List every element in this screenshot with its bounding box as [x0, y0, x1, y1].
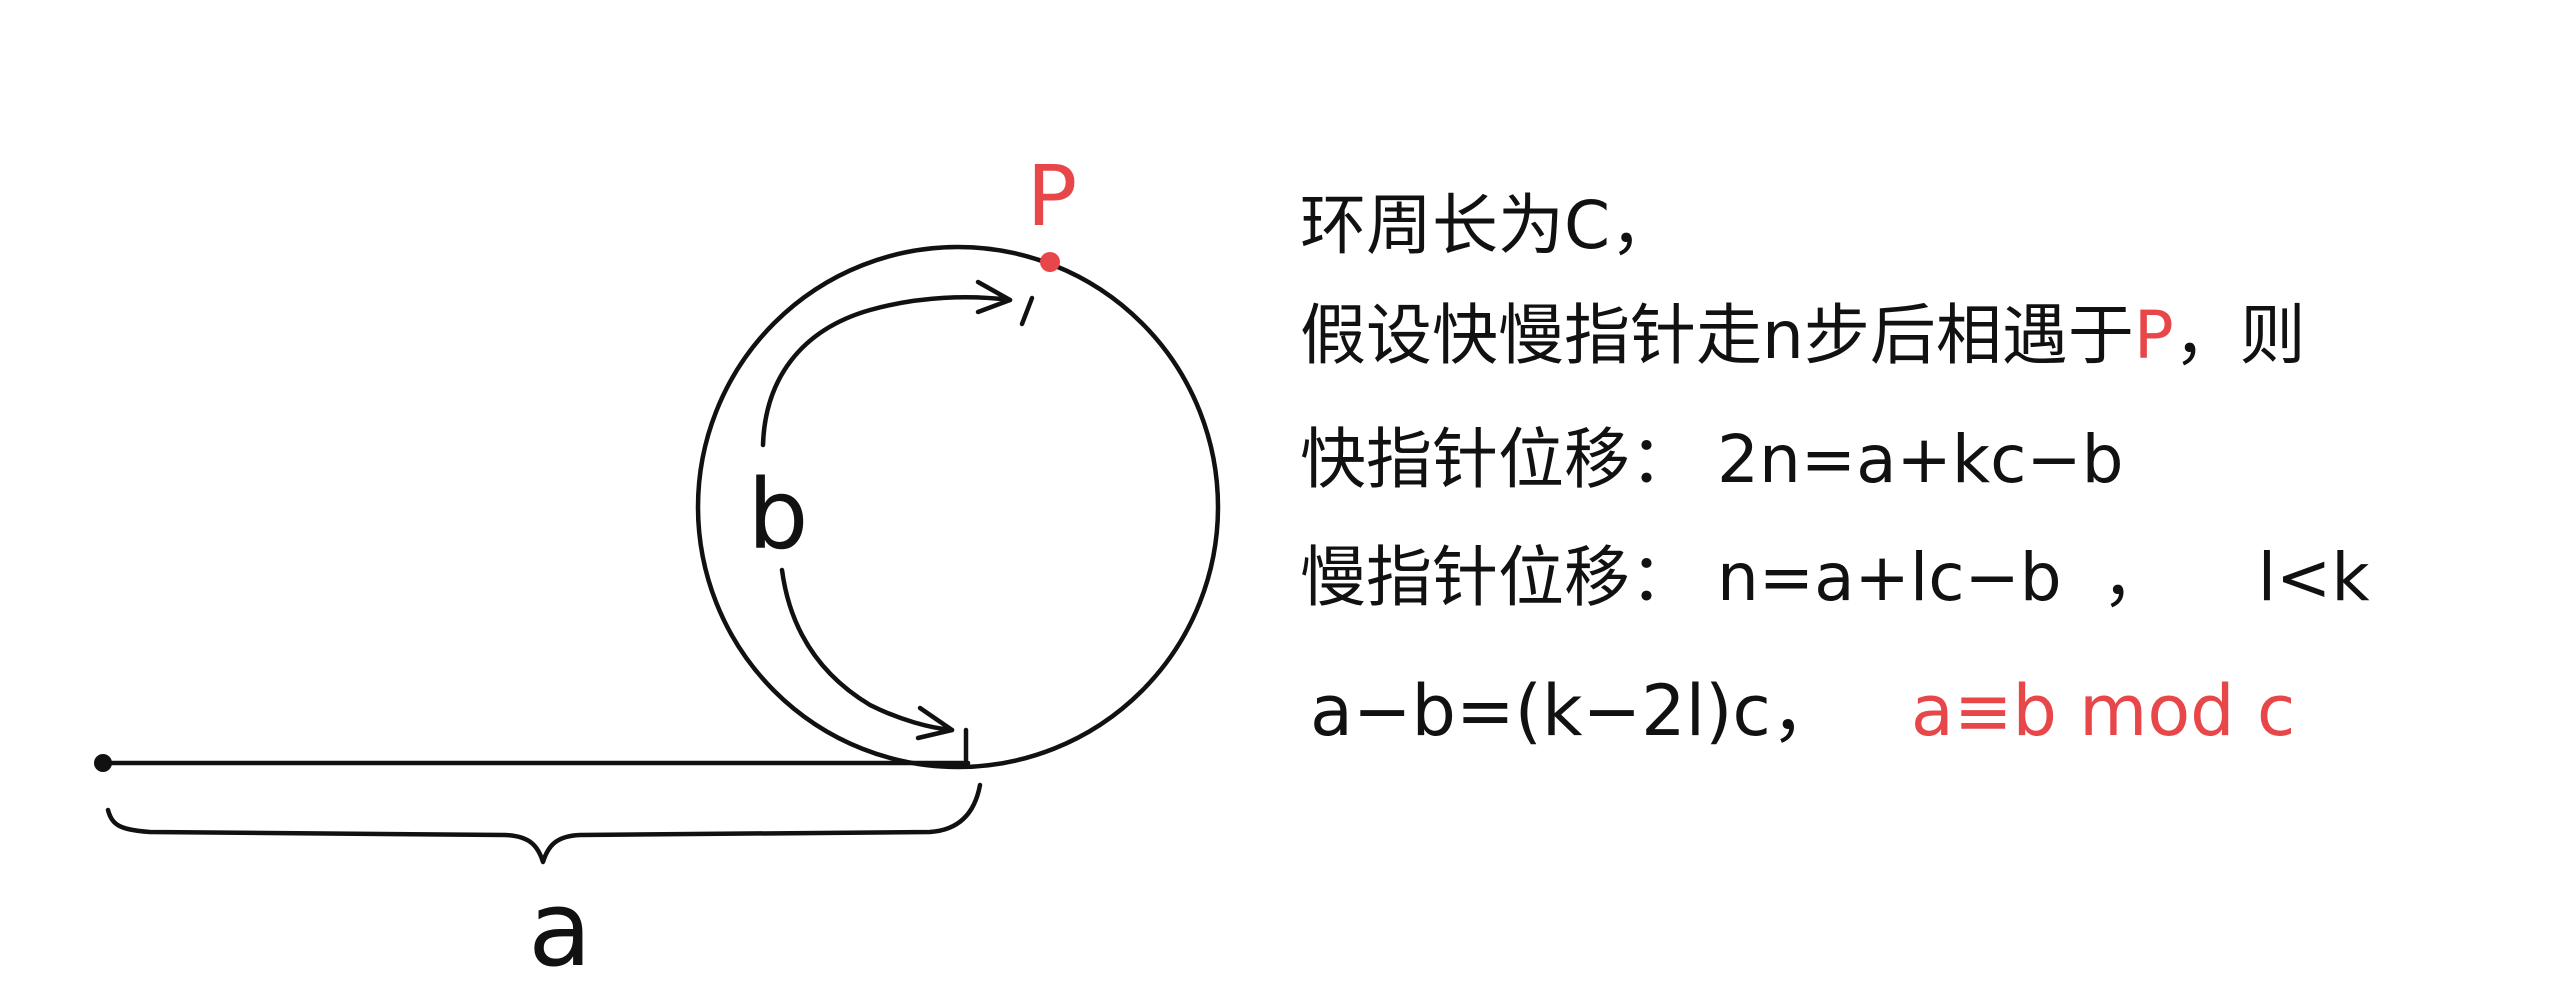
- meeting-point-label: P: [1027, 147, 1078, 245]
- note-slow-displacement: 慢指针位移： n=a+lc−b ， l<k: [1300, 539, 2370, 616]
- note-slow-formula: 慢指针位移： n=a+lc−b: [1300, 539, 2062, 616]
- b-arc-upper: [760, 295, 1013, 448]
- note-conclusion: a−b=(k−2l)c， a≡b mod c: [1310, 670, 2295, 752]
- note-fast-displacement: 快指针位移： 2n=a+kc−b: [1300, 421, 2124, 498]
- diagram-canvas: P b a 环周长为C， 假设快慢指针走n步后相遇于P，则 快指针位移： 2n=…: [94, 147, 2370, 990]
- b-label: b: [748, 459, 809, 571]
- meeting-point-marker: [1040, 252, 1060, 272]
- note-conclusion-formula: a−b=(k−2l)c，: [1310, 670, 1841, 752]
- note-meeting-p: P: [2134, 297, 2174, 374]
- b-arc-end-tick: [1019, 295, 1035, 327]
- note-meeting-assumption: 假设快慢指针走n步后相遇于P，则: [1300, 297, 2306, 374]
- note-slow-condition: l<k: [2258, 539, 2371, 616]
- note-conclusion-mod: a≡b mod c: [1911, 670, 2295, 752]
- note-slow-separator: ，: [2102, 539, 2168, 616]
- b-arc-lower: [779, 567, 955, 733]
- note-cycle-length: 环周长为C，: [1300, 187, 1676, 264]
- tail-start-dot: [94, 754, 112, 772]
- note-meeting-prefix: 假设快慢指针走n步后相遇于: [1300, 297, 2134, 374]
- a-label: a: [528, 868, 592, 990]
- note-meeting-suffix: ，则: [2174, 297, 2306, 374]
- a-brace: [105, 782, 983, 865]
